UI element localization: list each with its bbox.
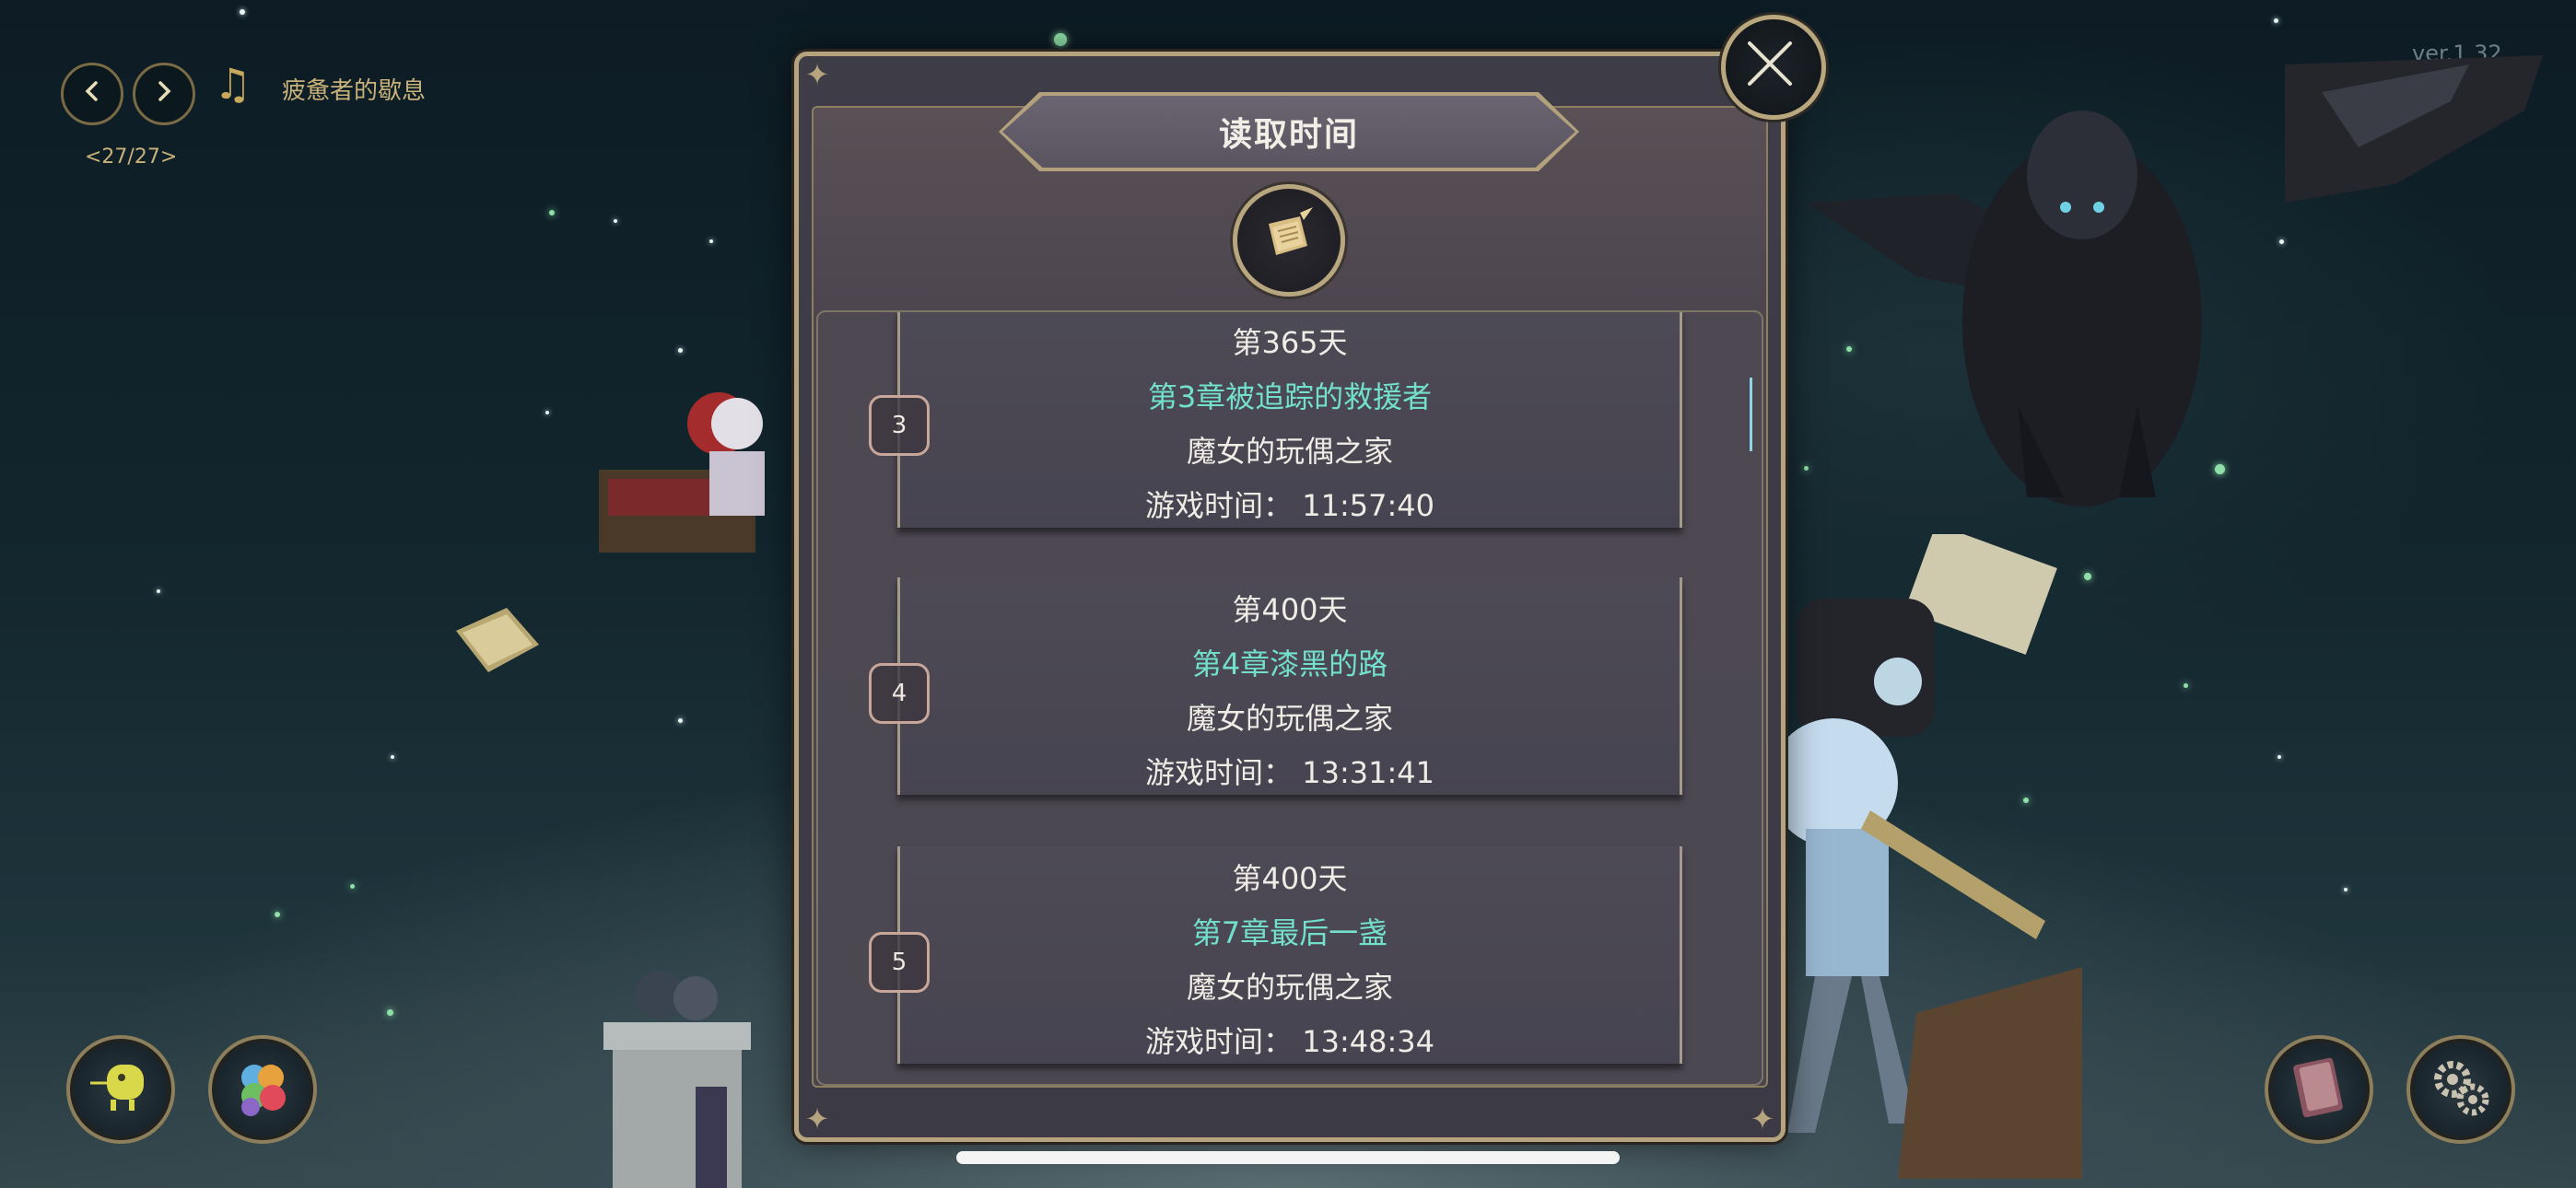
ornament-icon: ✦: [1750, 1101, 1775, 1136]
save-slot[interactable]: 第400天 第4章漆黑的路 魔女的玩偶之家 游戏时间： 13:31:41: [897, 577, 1682, 795]
slot-play-time: 游戏时间： 11:57:40: [1145, 488, 1434, 523]
star: [387, 1009, 393, 1016]
save-slot-list[interactable]: 第365天 第3章被追踪的救援者 魔女的玩偶之家 游戏时间： 11:57:40 …: [816, 310, 1763, 1086]
floating-book-illustration: [456, 608, 539, 672]
star: [275, 912, 280, 917]
character-button[interactable]: [66, 1035, 175, 1144]
star: [2274, 18, 2278, 23]
star: [614, 219, 617, 223]
book-icon: [2290, 1055, 2348, 1124]
tower-illustration: [603, 971, 751, 1188]
star: [2184, 683, 2188, 688]
emblem: [1233, 184, 1345, 297]
slot-chapter: 第7章最后一盏: [1191, 915, 1388, 950]
music-title: 疲惫者的歇息: [282, 77, 427, 105]
dialog-title: 读取时间: [1002, 96, 1575, 168]
journal-button[interactable]: [2265, 1035, 2373, 1144]
character-icon: [90, 1057, 151, 1122]
close-icon: [1744, 38, 1796, 93]
star: [240, 9, 245, 15]
track-counter: <27/27>: [85, 146, 178, 169]
color-palette-icon: [232, 1057, 293, 1122]
save-slot[interactable]: 第365天 第3章被追踪的救援者 魔女的玩偶之家 游戏时间： 11:57:40: [897, 312, 1682, 528]
settings-button[interactable]: [2406, 1035, 2515, 1144]
slot-day: 第400天: [1232, 592, 1348, 627]
ornament-icon: ✦: [804, 57, 830, 92]
dragon-illustration: [1806, 55, 2543, 507]
star: [2084, 573, 2091, 580]
slot-chapter: 第3章被追踪的救援者: [1147, 379, 1433, 414]
scroll-quill-icon: [1256, 205, 1320, 274]
close-button[interactable]: [1721, 15, 1826, 120]
chevron-right-icon: [152, 78, 176, 111]
star: [678, 718, 683, 723]
ornament-icon: ✦: [804, 1101, 830, 1136]
slot-number-badge: 4: [869, 663, 930, 724]
star: [391, 755, 394, 759]
slot-play-time: 游戏时间： 13:48:34: [1145, 1024, 1434, 1059]
star: [2277, 755, 2281, 759]
color-palette-button[interactable]: [208, 1035, 317, 1144]
slot-day: 第365天: [1232, 325, 1348, 360]
chevron-left-icon: [80, 78, 104, 111]
slot-day: 第400天: [1232, 861, 1348, 896]
slot-chapter: 第4章漆黑的路: [1191, 646, 1388, 681]
settings-gears-icon: [2429, 1055, 2495, 1125]
star: [1054, 33, 1067, 46]
scrollbar-thumb[interactable]: [1750, 378, 1752, 451]
slot-location: 魔女的玩偶之家: [1186, 970, 1393, 1005]
slot-number-badge: 5: [869, 932, 930, 993]
girl-with-spear-illustration: [1769, 534, 2082, 1179]
star: [678, 348, 683, 353]
star: [157, 589, 160, 593]
slot-location: 魔女的玩偶之家: [1186, 434, 1393, 469]
save-slot[interactable]: 第400天 第7章最后一盏 魔女的玩偶之家 游戏时间： 13:48:34: [897, 846, 1682, 1064]
star: [2344, 888, 2348, 891]
music-note-icon: ♫: [214, 59, 252, 109]
slot-location: 魔女的玩偶之家: [1186, 701, 1393, 736]
previous-track-button[interactable]: [61, 63, 123, 125]
star: [545, 411, 549, 414]
star: [709, 239, 713, 243]
bed-with-doll-illustration: [599, 392, 765, 553]
slot-number-badge: 3: [869, 395, 930, 456]
next-track-button[interactable]: [133, 63, 195, 125]
home-indicator[interactable]: [956, 1151, 1620, 1164]
star: [549, 210, 555, 215]
slot-play-time: 游戏时间： 13:31:41: [1145, 755, 1434, 790]
star: [350, 884, 355, 889]
